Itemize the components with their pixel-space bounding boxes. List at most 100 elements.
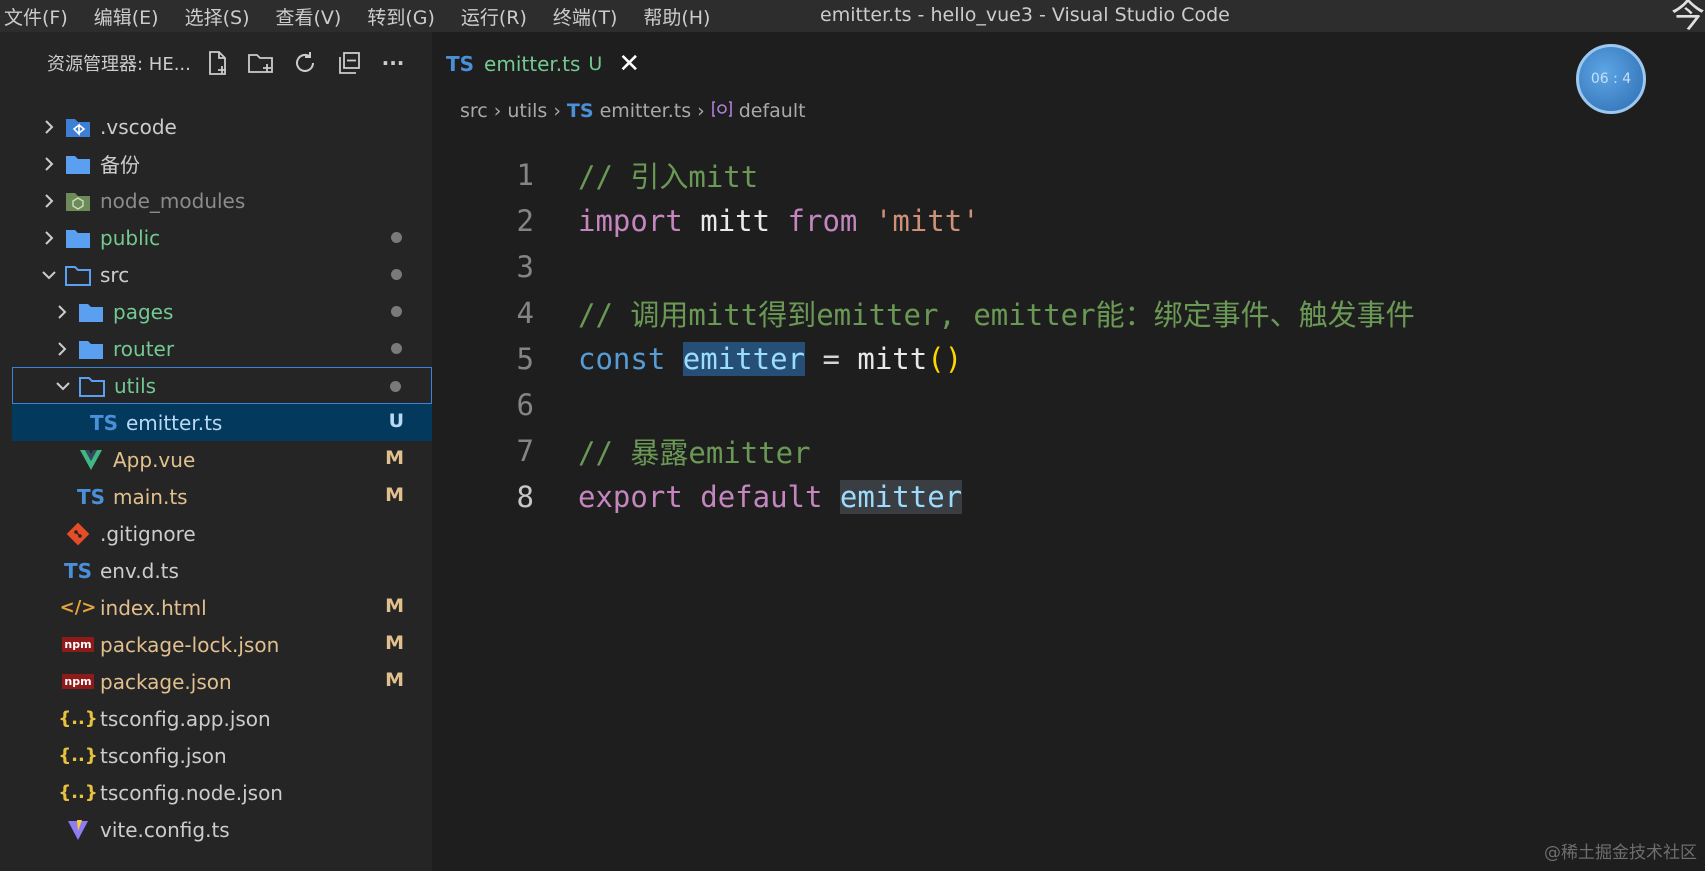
breadcrumb-symbol[interactable]: default bbox=[739, 100, 806, 122]
breadcrumb-file[interactable]: emitter.ts bbox=[600, 100, 692, 122]
tab-status: U bbox=[588, 53, 603, 75]
chevron-down-icon bbox=[54, 377, 72, 395]
tab-emitter-ts[interactable]: TS emitter.ts U ✕ bbox=[432, 40, 654, 88]
tree-item-label: vite.config.ts bbox=[100, 817, 230, 842]
breadcrumb-src[interactable]: src bbox=[460, 100, 488, 122]
menu-item[interactable]: 转到(G) bbox=[367, 3, 435, 30]
code-content: import mitt from 'mitt' bbox=[578, 204, 980, 238]
chevron-right-icon bbox=[53, 303, 71, 321]
refresh-icon[interactable] bbox=[290, 48, 320, 78]
code-token: const bbox=[578, 342, 666, 376]
tree-item[interactable]: {..} tsconfig.json bbox=[12, 737, 432, 774]
folder-open-icon bbox=[64, 262, 92, 288]
tree-item[interactable]: npm package-lock.json M bbox=[12, 626, 432, 663]
explorer-sidebar: 资源管理器: HE... ··· .vscode 备份 node_modules pu… bbox=[12, 32, 432, 871]
close-icon[interactable]: ✕ bbox=[618, 49, 640, 79]
breadcrumb-utils[interactable]: utils bbox=[507, 100, 547, 122]
json-icon: {..} bbox=[58, 782, 98, 803]
git-icon bbox=[64, 521, 92, 547]
tree-item[interactable]: src bbox=[12, 256, 432, 293]
code-token: import bbox=[578, 204, 683, 238]
code-editor[interactable]: 1 // 引入mitt 2 import mitt from 'mitt' 3 4 // 调… bbox=[432, 152, 1705, 520]
code-line[interactable]: 3 bbox=[432, 244, 1705, 290]
window-title: emitter.ts - hello_vue3 - Visual Studio … bbox=[820, 4, 1230, 26]
menu-item[interactable]: 编辑(E) bbox=[94, 3, 159, 30]
tree-item[interactable]: public bbox=[12, 219, 432, 256]
code-line[interactable]: 7 // 暴露emitter bbox=[432, 428, 1705, 474]
chevron-right-icon bbox=[53, 340, 71, 358]
code-token: emitter bbox=[682, 342, 805, 376]
breadcrumb: src › utils › TS emitter.ts › default bbox=[460, 96, 806, 126]
tree-item[interactable]: TS env.d.ts bbox=[12, 552, 432, 589]
npm-icon: npm bbox=[62, 637, 94, 652]
ts-icon: TS bbox=[446, 52, 475, 76]
line-number: 3 bbox=[516, 250, 534, 284]
code-token: export bbox=[578, 480, 683, 514]
menu-item[interactable]: 选择(S) bbox=[185, 3, 250, 30]
tree-item[interactable]: .gitignore bbox=[12, 515, 432, 552]
tree-item[interactable]: TS main.ts M bbox=[12, 478, 432, 515]
chevron-right-icon bbox=[40, 229, 58, 247]
tree-item-label: public bbox=[100, 225, 161, 250]
tree-item[interactable]: App.vue M bbox=[12, 441, 432, 478]
folder-icon bbox=[64, 225, 92, 251]
tree-item-label: tsconfig.json bbox=[100, 743, 227, 768]
code-line[interactable]: 5 const emitter = mitt() bbox=[432, 336, 1705, 382]
tree-item[interactable]: {..} tsconfig.app.json bbox=[12, 700, 432, 737]
tree-item-label: src bbox=[100, 262, 130, 287]
tree-item-label: package.json bbox=[100, 669, 232, 694]
tree-item-label: App.vue bbox=[113, 447, 196, 472]
tree-item[interactable]: utils bbox=[12, 367, 432, 404]
code-token: // 调用mitt得到emitter, emitter能：绑定事件、触发事件 bbox=[578, 298, 1415, 332]
tree-item[interactable]: node_modules bbox=[12, 182, 432, 219]
code-line[interactable]: 1 // 引入mitt bbox=[432, 152, 1705, 198]
tree-item[interactable]: TS emitter.ts U bbox=[12, 404, 432, 441]
code-line[interactable]: 6 bbox=[432, 382, 1705, 428]
tree-item-label: index.html bbox=[100, 595, 207, 620]
vue-icon bbox=[77, 447, 105, 473]
code-line[interactable]: 8 export default emitter bbox=[432, 474, 1705, 520]
code-token: from bbox=[787, 204, 858, 238]
tree-item[interactable]: vite.config.ts bbox=[12, 811, 432, 848]
tree-item[interactable]: </> index.html M bbox=[12, 589, 432, 626]
collapse-all-icon[interactable] bbox=[334, 48, 364, 78]
tree-item[interactable]: .vscode bbox=[12, 108, 432, 145]
new-file-icon[interactable] bbox=[202, 48, 232, 78]
tree-item[interactable]: pages bbox=[12, 293, 432, 330]
code-token: () bbox=[927, 342, 963, 376]
chevron-right-icon bbox=[40, 155, 58, 173]
git-status-badge: M bbox=[385, 669, 404, 691]
editor-area: TS emitter.ts U ✕ 06 : 4 src › utils › T… bbox=[432, 32, 1705, 871]
line-number: 5 bbox=[516, 342, 534, 376]
menu-item[interactable]: 帮助(H) bbox=[643, 3, 710, 30]
new-folder-icon[interactable] bbox=[246, 48, 276, 78]
tree-item-label: main.ts bbox=[113, 484, 188, 509]
code-line[interactable]: 4 // 调用mitt得到emitter, emitter能：绑定事件、触发事件 bbox=[432, 290, 1705, 336]
tree-item[interactable]: {..} tsconfig.node.json bbox=[12, 774, 432, 811]
more-actions-icon[interactable]: ··· bbox=[378, 48, 408, 78]
tree-item[interactable]: 备份 bbox=[12, 145, 432, 182]
menu-item[interactable]: 终端(T) bbox=[553, 3, 617, 30]
code-token: mitt bbox=[700, 204, 771, 238]
code-content: export default emitter bbox=[578, 480, 963, 514]
menu-item[interactable]: 运行(R) bbox=[461, 3, 527, 30]
tree-item[interactable]: router bbox=[12, 330, 432, 367]
line-number: 6 bbox=[516, 388, 534, 422]
code-line[interactable]: 2 import mitt from 'mitt' bbox=[432, 198, 1705, 244]
menu-item[interactable]: 文件(F) bbox=[4, 3, 68, 30]
chevron-right-icon bbox=[40, 192, 58, 210]
tree-item[interactable]: npm package.json M bbox=[12, 663, 432, 700]
git-status-badge: M bbox=[385, 632, 404, 654]
json-icon: {..} bbox=[58, 708, 98, 729]
menu-item[interactable]: 查看(V) bbox=[276, 3, 342, 30]
tree-item-label: .vscode bbox=[100, 114, 177, 139]
code-token: // 暴露emitter bbox=[578, 436, 811, 470]
code-content: // 暴露emitter bbox=[578, 430, 811, 472]
